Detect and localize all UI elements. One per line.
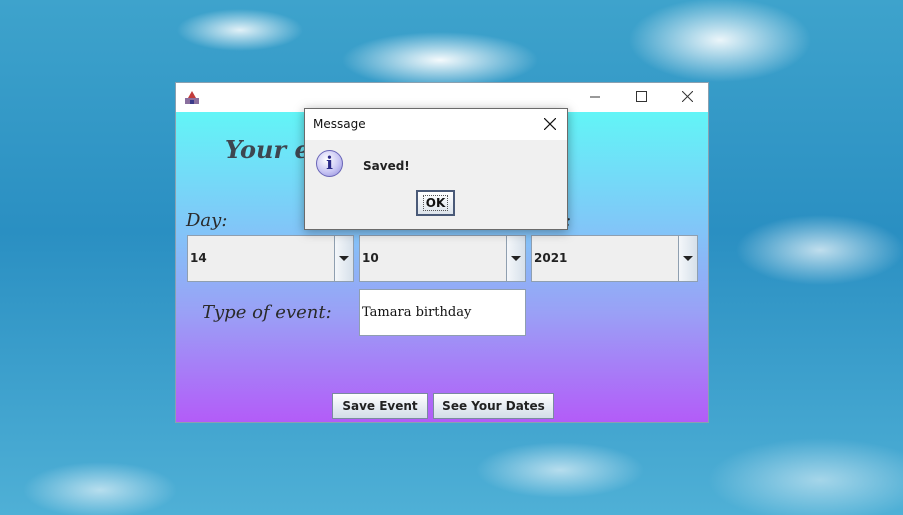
event-type-input[interactable]: Tamara birthday: [359, 289, 526, 336]
dialog-titlebar[interactable]: Message: [305, 109, 567, 140]
year-value: 2021: [534, 251, 568, 265]
maximize-button[interactable]: [618, 83, 664, 112]
day-label: Day:: [186, 210, 228, 231]
close-button[interactable]: [664, 83, 710, 112]
ok-button[interactable]: OK: [416, 190, 455, 216]
ok-label: OK: [422, 195, 449, 211]
message-dialog: Message i Saved! OK: [304, 108, 568, 230]
day-dropdown-arrow[interactable]: [334, 236, 353, 281]
see-dates-button[interactable]: See Your Dates: [433, 393, 554, 419]
year-dropdown-arrow[interactable]: [678, 236, 697, 281]
month-dropdown-arrow[interactable]: [506, 236, 525, 281]
app-icon: [184, 89, 200, 105]
minimize-button[interactable]: [572, 83, 618, 112]
event-type-label: Type of event:: [202, 302, 332, 323]
chevron-down-icon: [683, 256, 693, 261]
dialog-message: Saved!: [363, 159, 410, 173]
minimize-icon: [589, 90, 601, 106]
month-value: 10: [362, 251, 379, 265]
close-icon: [681, 90, 693, 106]
maximize-icon: [635, 90, 647, 106]
dialog-title: Message: [313, 117, 366, 131]
close-icon: [543, 115, 557, 134]
info-icon: i: [316, 150, 343, 177]
day-value: 14: [190, 251, 207, 265]
save-event-button[interactable]: Save Event: [332, 393, 428, 419]
chevron-down-icon: [511, 256, 521, 261]
dialog-close-button[interactable]: [533, 109, 567, 140]
month-dropdown[interactable]: 10: [359, 235, 526, 282]
chevron-down-icon: [339, 256, 349, 261]
year-dropdown[interactable]: 2021: [531, 235, 698, 282]
day-dropdown[interactable]: 14: [187, 235, 354, 282]
